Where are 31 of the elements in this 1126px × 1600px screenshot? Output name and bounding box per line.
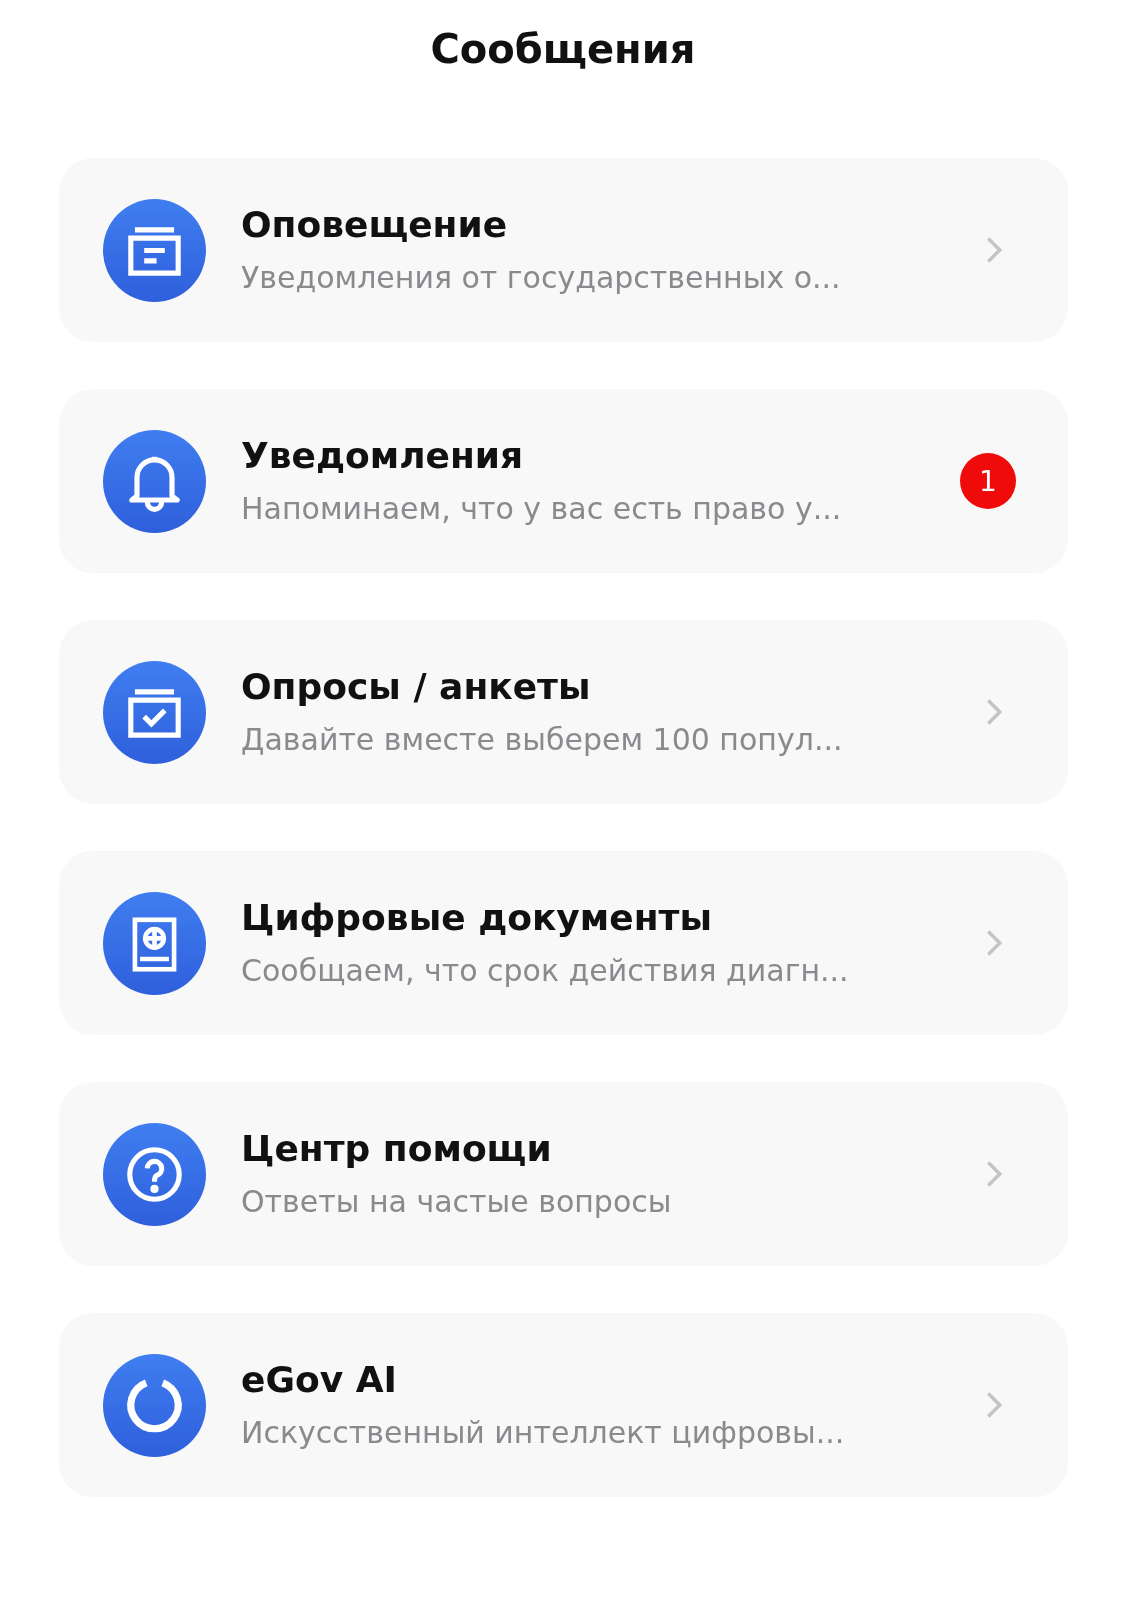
chevron-right-icon [986,236,1002,264]
inbox-icon [103,198,206,302]
message-category-card[interactable]: Уведомления Напоминаем, что у вас есть право у... 1 [59,389,1068,573]
card-title: Уведомления [241,434,525,478]
unread-count-badge: 1 [960,453,1016,509]
card-title: Центр помощи [241,1127,553,1171]
card-title: Опросы / анкеты [241,665,592,709]
message-category-card[interactable]: Опросы / анкеты Давайте вместе выберем 100 попул... [59,620,1068,804]
message-category-card[interactable]: Цифровые документы Сообщаем, что срок действия диагн... [59,851,1068,1035]
bell-icon [103,429,206,533]
chevron-right-icon [986,929,1002,957]
message-category-card[interactable]: Центр помощи Ответы на частые вопросы [59,1082,1068,1266]
card-subtitle: Ответы на частые вопросы [241,1183,673,1221]
chevron-right-icon [986,1391,1002,1419]
passport-icon [103,891,206,995]
card-subtitle: Давайте вместе выберем 100 попул... [241,721,844,759]
checkbox-tray-icon [103,660,206,764]
card-subtitle: Напоминаем, что у вас есть право у... [241,490,843,528]
card-subtitle: Уведомления от государственных о... [241,259,842,297]
message-category-card[interactable]: eGov AI Искусственный интеллект цифровы... [59,1313,1068,1497]
card-subtitle: Искусственный интеллект цифровы... [241,1414,846,1452]
card-title: eGov AI [241,1358,398,1402]
chevron-right-icon [986,1160,1002,1188]
page-title: Сообщения [429,25,697,74]
chevron-right-icon [986,698,1002,726]
message-category-card[interactable]: Оповещение Уведомления от государственных о... [59,158,1068,342]
card-title: Цифровые документы [241,896,713,940]
card-subtitle: Сообщаем, что срок действия диагн... [241,952,850,990]
help-icon [103,1122,206,1226]
ring-icon [103,1353,206,1457]
card-title: Оповещение [241,203,509,247]
